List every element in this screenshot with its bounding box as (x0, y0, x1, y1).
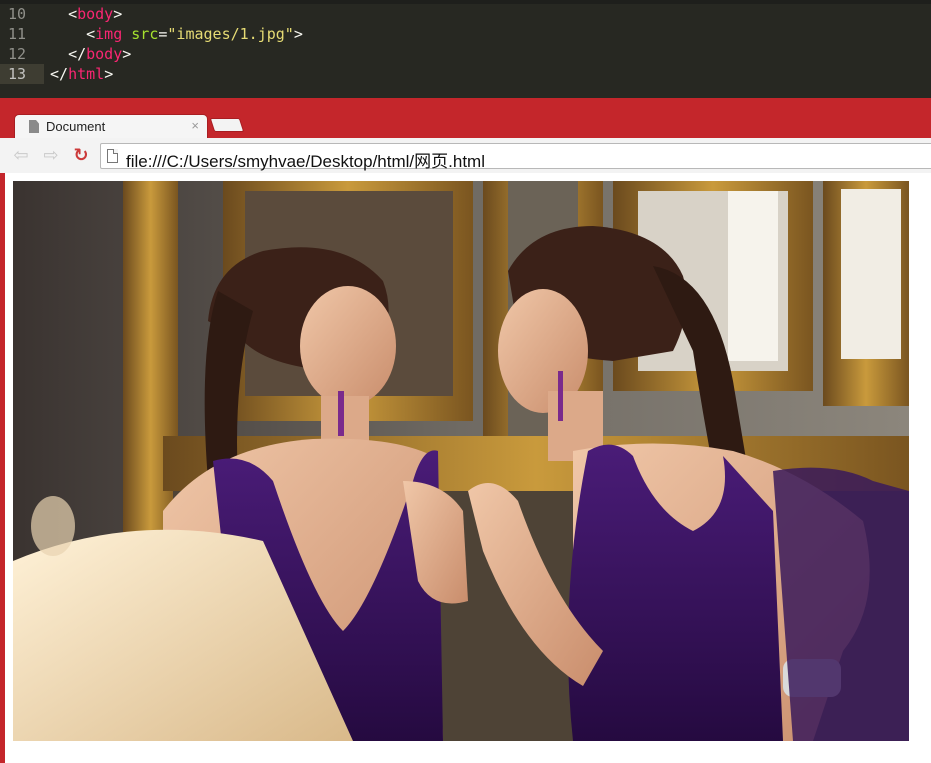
two-women-facing-mirror-photo (13, 181, 909, 741)
code-token-p (122, 25, 131, 43)
code-line[interactable]: 11 <img src="images/1.jpg"> (0, 24, 931, 44)
tab-strip: Document × (0, 98, 931, 138)
code-token-p: > (293, 25, 303, 43)
document-icon (29, 120, 39, 133)
browser-window: Document × ⇦ ⇨ ↻ file:///C:/Users/smyhva… (0, 98, 931, 763)
code-token-tag: body (86, 45, 123, 63)
code-text: <body> (50, 4, 122, 24)
new-tab-button[interactable] (209, 118, 245, 132)
code-token-tag: html (68, 65, 105, 83)
page-icon (107, 149, 118, 163)
line-number: 10 (8, 5, 27, 23)
address-bar[interactable]: file:///C:/Users/smyhvae/Desktop/html/网页… (100, 143, 931, 172)
tab-close-icon[interactable]: × (191, 118, 199, 133)
code-line[interactable]: 13 </html> (0, 64, 931, 84)
code-token-p: </ (50, 65, 69, 83)
code-text: </body> (50, 44, 131, 64)
code-text: </html> (50, 64, 113, 84)
page-viewport (5, 173, 931, 763)
code-token-tag: img (95, 25, 123, 43)
code-token-p: > (113, 5, 123, 23)
tab-document[interactable]: Document × (14, 114, 208, 138)
code-line[interactable]: 12 </body> (0, 44, 931, 64)
back-arrow-icon[interactable]: ⇦ (10, 144, 32, 166)
code-token-p: > (122, 45, 132, 63)
line-number: 13 (8, 65, 27, 83)
line-number: 12 (8, 45, 27, 63)
line-number: 11 (8, 25, 27, 43)
code-token-attr: src (131, 25, 159, 43)
code-token-str: "images/1.jpg" (167, 25, 294, 43)
code-token-p: < (68, 5, 78, 23)
code-token-p: < (86, 25, 96, 43)
code-token-p: </ (68, 45, 87, 63)
code-line[interactable]: 10 <body> (0, 4, 931, 24)
code-token-tag: body (77, 5, 114, 23)
address-url[interactable]: file:///C:/Users/smyhvae/Desktop/html/网页… (126, 147, 485, 172)
browser-toolbar: ⇦ ⇨ ↻ file:///C:/Users/smyhvae/Desktop/h… (0, 138, 931, 173)
tab-title: Document (46, 119, 106, 134)
code-text: <img src="images/1.jpg"> (50, 24, 303, 44)
reload-icon[interactable]: ↻ (70, 144, 92, 166)
code-editor[interactable]: 10 <body> 11 <img src="images/1.jpg"> 12 <… (0, 0, 931, 98)
forward-arrow-icon[interactable]: ⇨ (40, 144, 62, 166)
code-token-p: > (104, 65, 114, 83)
